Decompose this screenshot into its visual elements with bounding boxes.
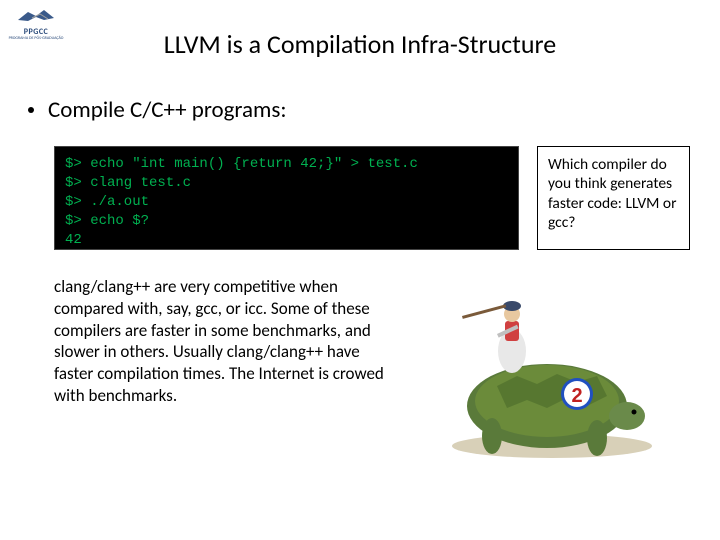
terminal-line: $> echo "int main() {return 42;}" > test… [65,156,418,172]
logo-subtext: PROGRAMA DE PÓS-GRADUAÇÃO [9,37,64,41]
bullet-dot-icon [28,107,34,113]
terminal-line: $> clang test.c [65,175,191,191]
terminal-line: 42 [65,232,82,248]
ppgcc-logo: PPGCC PROGRAMA DE PÓS-GRADUAÇÃO [8,6,64,48]
turtle-jockey-illustration: 2 [402,276,672,466]
badge-number: 2 [571,385,582,407]
terminal-block: $> echo "int main() {return 42;}" > test… [54,146,519,250]
body-paragraph: clang/clang++ are very competitive when … [54,276,384,407]
terminal-line: $> ./a.out [65,194,149,210]
bullet-text: Compile C/C++ programs: [48,96,287,124]
bullet-item: Compile C/C++ programs: [28,96,720,124]
page-title: LLVM is a Compilation Infra-Structure [0,0,720,60]
question-box: Which compiler do you think generates fa… [537,146,690,250]
terminal-line: $> echo $? [65,213,149,229]
bird-icon [14,6,58,26]
